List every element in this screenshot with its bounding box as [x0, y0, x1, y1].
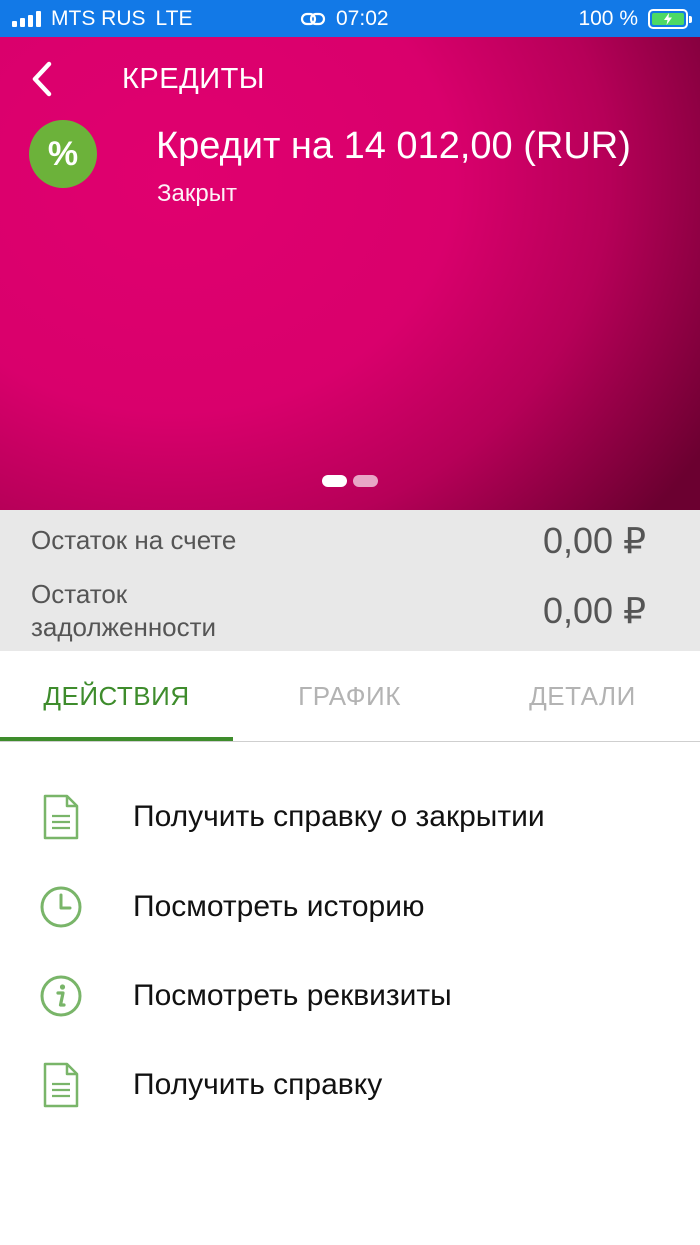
- loan-status: Закрыт: [157, 180, 237, 207]
- info-icon: [38, 973, 84, 1019]
- document-icon: [38, 1062, 84, 1108]
- link-icon: [300, 12, 326, 25]
- action-label: Посмотреть историю: [133, 890, 425, 923]
- debt-balance-value: 0,00 ₽: [543, 590, 646, 631]
- action-view-requisites[interactable]: Посмотреть реквизиты: [0, 951, 700, 1041]
- action-get-certificate[interactable]: Получить справку: [0, 1040, 700, 1130]
- document-icon: [38, 794, 84, 840]
- action-label: Получить справку о закрытии: [133, 800, 545, 833]
- battery-icon: [648, 8, 692, 29]
- debt-balance-label: Остаток задолженности: [31, 579, 217, 642]
- balances-panel: Остаток на счете 0,00 ₽ Остаток задолжен…: [0, 510, 700, 651]
- loan-header: КРЕДИТЫ % Кредит на 14 012,00 (RUR) Закр…: [0, 37, 700, 510]
- page-dot-2[interactable]: [353, 475, 378, 487]
- status-left: MTS RUS LTE: [12, 0, 192, 37]
- status-center: 07:02: [300, 0, 389, 37]
- page-title: КРЕДИТЫ: [122, 63, 265, 95]
- clock-icon: [38, 884, 84, 930]
- account-balance-value: 0,00 ₽: [543, 520, 646, 561]
- percent-icon: %: [29, 120, 97, 188]
- network-type: LTE: [155, 6, 193, 30]
- status-right: 100 %: [578, 0, 692, 37]
- tab-details[interactable]: ДЕТАЛИ: [466, 651, 699, 742]
- tab-actions[interactable]: ДЕЙСТВИЯ: [0, 651, 233, 742]
- signal-icon: [12, 10, 41, 27]
- active-tab-indicator: [0, 737, 233, 741]
- clock-time: 07:02: [336, 6, 389, 30]
- action-label: Получить справку: [133, 1068, 383, 1101]
- tab-bar: ДЕЙСТВИЯ ГРАФИК ДЕТАЛИ: [0, 651, 700, 742]
- battery-percent: 100 %: [578, 6, 638, 30]
- action-view-history[interactable]: Посмотреть историю: [0, 862, 700, 952]
- tab-schedule[interactable]: ГРАФИК: [233, 651, 466, 742]
- page-indicator[interactable]: [322, 475, 378, 487]
- charging-bolt-icon: [664, 12, 672, 25]
- back-button[interactable]: [22, 59, 62, 99]
- account-balance-label: Остаток на счете: [31, 525, 237, 555]
- carrier-name: MTS RUS: [51, 6, 146, 30]
- action-label: Посмотреть реквизиты: [133, 979, 452, 1012]
- loan-title: Кредит на 14 012,00 (RUR): [156, 125, 631, 167]
- page-dot-1[interactable]: [322, 475, 347, 487]
- chevron-left-icon: [32, 61, 52, 97]
- action-closure-certificate[interactable]: Получить справку о закрытии: [0, 772, 700, 862]
- status-bar: MTS RUS LTE 07:02 100 %: [0, 0, 700, 37]
